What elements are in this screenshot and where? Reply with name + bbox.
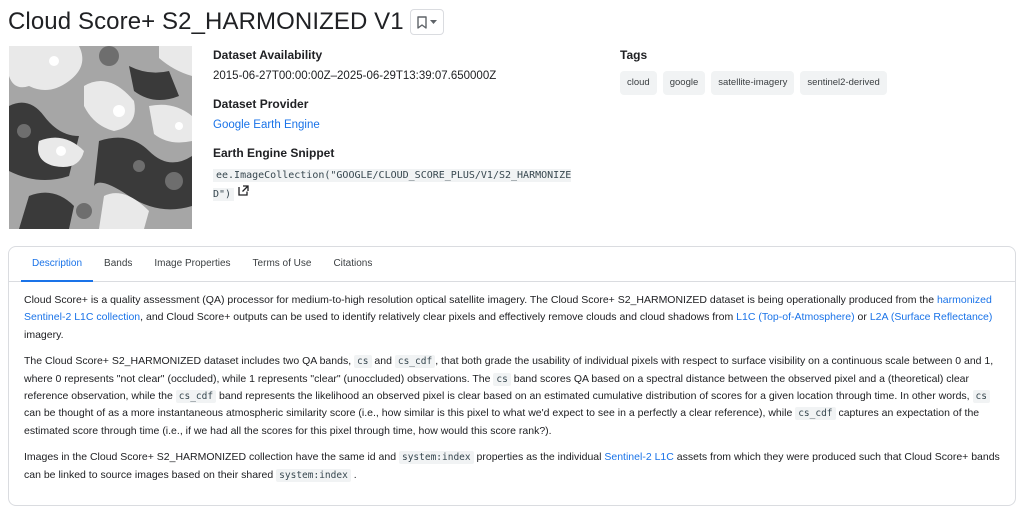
code-cs: cs: [493, 372, 511, 386]
description-paragraph: The Cloud Score+ S2_HARMONIZED dataset i…: [24, 353, 1000, 440]
tags-label: Tags: [620, 48, 648, 62]
code-cs: cs: [354, 355, 372, 369]
dataset-details-card: Description Bands Image Properties Terms…: [8, 246, 1016, 506]
tag-chip[interactable]: cloud: [620, 71, 657, 95]
text-run: The Cloud Score+ S2_HARMONIZED dataset i…: [24, 355, 355, 368]
bookmark-icon: [417, 15, 427, 29]
l1c-toa-link[interactable]: L1C (Top-of-Atmosphere): [736, 311, 854, 323]
snippet-text: ee.ImageCollection("GOOGLE/CLOUD_SCORE_P…: [213, 169, 572, 201]
availability-value: 2015-06-27T00:00:00Z–2025-06-29T13:39:07…: [213, 70, 497, 82]
open-in-new-icon[interactable]: [238, 185, 249, 203]
description-content: Cloud Score+ is a quality assessment (QA…: [9, 282, 1015, 484]
description-paragraph: Images in the Cloud Score+ S2_HARMONIZED…: [24, 449, 1000, 484]
text-run: , and Cloud Score+ outputs can be used t…: [140, 311, 737, 324]
tag-list: cloud google satellite-imagery sentinel2…: [620, 71, 887, 95]
snippet-label: Earth Engine Snippet: [213, 146, 335, 160]
page-title: Cloud Score+ S2_HARMONIZED V1: [8, 8, 404, 35]
text-run: Images in the Cloud Score+ S2_HARMONIZED…: [24, 451, 399, 464]
text-run: properties as the individual: [473, 451, 605, 464]
tab-bar: Description Bands Image Properties Terms…: [9, 247, 1015, 282]
provider-link[interactable]: Google Earth Engine: [213, 119, 593, 131]
tab-bands[interactable]: Bands: [93, 247, 143, 281]
text-run: band represents the likelihood an observ…: [216, 390, 973, 403]
tags-section: Tags cloud google satellite-imagery sent…: [620, 48, 887, 95]
code-cs-cdf: cs_cdf: [795, 407, 836, 421]
availability-label: Dataset Availability: [213, 48, 323, 62]
code-cs-cdf: cs_cdf: [394, 355, 436, 369]
tab-terms-of-use[interactable]: Terms of Use: [242, 247, 323, 281]
description-paragraph: Cloud Score+ is a quality assessment (QA…: [24, 292, 1000, 344]
chevron-down-icon: [429, 19, 437, 24]
code-system-index: system:index: [276, 468, 351, 482]
tab-image-properties[interactable]: Image Properties: [143, 247, 241, 281]
tag-chip[interactable]: satellite-imagery: [711, 71, 795, 95]
text-run: .: [350, 468, 357, 481]
code-cs-cdf: cs_cdf: [175, 390, 217, 404]
text-run: can be thought of as a more instantaneou…: [24, 407, 796, 420]
dataset-metadata: Dataset Availability 2015-06-27T00:00:00…: [213, 48, 593, 204]
code-system-index: system:index: [398, 451, 474, 465]
text-run: or: [854, 311, 870, 324]
bookmark-button[interactable]: [409, 9, 444, 35]
code-cs: cs: [972, 390, 990, 404]
provider-label: Dataset Provider: [213, 97, 309, 111]
text-run: Cloud Score+ is a quality assessment (QA…: [24, 294, 937, 306]
page-header: Cloud Score+ S2_HARMONIZED V1: [8, 4, 444, 40]
text-run: and: [371, 355, 395, 368]
sentinel2-l1c-link[interactable]: Sentinel-2 L1C: [604, 451, 673, 463]
tag-chip[interactable]: sentinel2-derived: [800, 71, 887, 95]
tag-chip[interactable]: google: [662, 71, 706, 95]
tab-citations[interactable]: Citations: [322, 247, 383, 281]
text-run: imagery.: [24, 328, 64, 341]
tab-description[interactable]: Description: [21, 247, 94, 282]
dataset-thumbnail: [9, 46, 192, 229]
l2a-sr-link[interactable]: L2A (Surface Reflectance): [870, 311, 993, 323]
snippet-code: ee.ImageCollection("GOOGLE/CLOUD_SCORE_P…: [213, 167, 573, 204]
